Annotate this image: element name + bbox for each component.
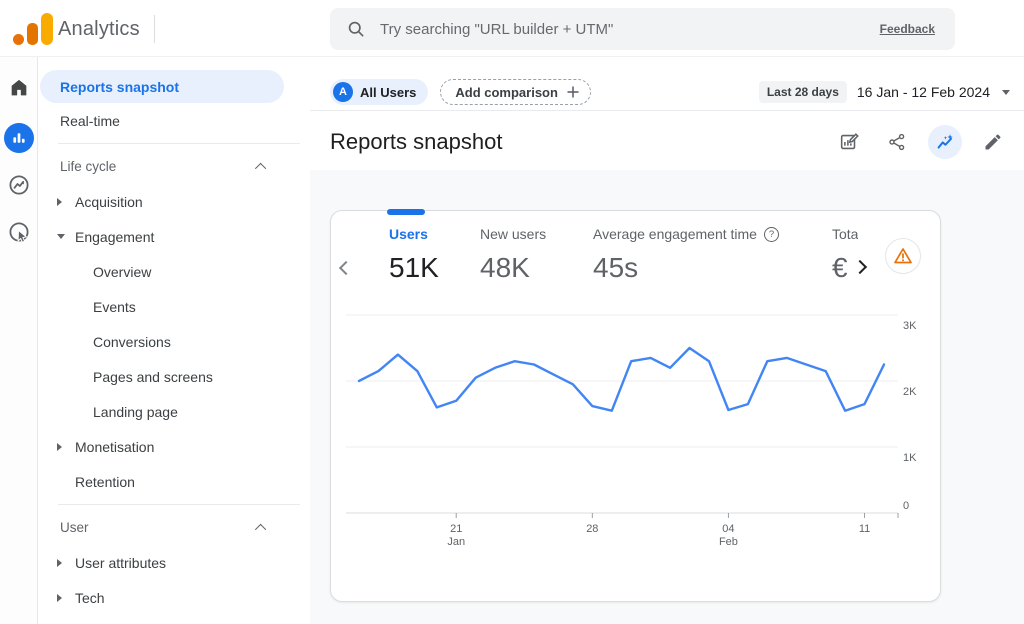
comparison-bar: A All Users Add comparison Last 28 days … — [330, 79, 1010, 105]
search-bar[interactable]: Feedback — [330, 8, 955, 50]
svg-text:Jan: Jan — [447, 536, 465, 548]
collapse-chevron-icon — [255, 523, 266, 534]
expand-arrow-icon — [57, 594, 62, 602]
nav-divider — [58, 143, 300, 144]
nav-section-user[interactable]: User — [38, 510, 310, 545]
dropdown-caret-icon — [1002, 90, 1010, 95]
nav-user-attributes[interactable]: User attributes — [38, 545, 310, 580]
users-line-chart: 0 1K 2K 3K 21Jan 28 04Feb 11 — [331, 301, 942, 556]
selected-metric-indicator — [387, 209, 425, 215]
date-preset-badge: Last 28 days — [759, 81, 847, 103]
reports-icon[interactable] — [4, 123, 34, 153]
svg-text:2K: 2K — [903, 386, 917, 398]
nav-section-life-cycle[interactable]: Life cycle — [38, 149, 310, 184]
plus-icon — [566, 85, 580, 99]
nav-acquisition[interactable]: Acquisition — [38, 184, 310, 219]
all-users-chip[interactable]: A All Users — [330, 79, 428, 105]
insights-button[interactable] — [928, 125, 962, 159]
svg-text:28: 28 — [586, 523, 598, 535]
expand-arrow-icon — [57, 443, 62, 451]
main-content: A All Users Add comparison Last 28 days … — [310, 57, 1024, 624]
top-bar: Analytics Feedback — [0, 0, 1024, 57]
svg-text:0: 0 — [903, 500, 909, 512]
nav-engagement-conversions[interactable]: Conversions — [38, 324, 310, 359]
comparison-avatar: A — [333, 82, 353, 102]
add-comparison-button[interactable]: Add comparison — [440, 79, 591, 105]
nav-divider — [58, 504, 300, 505]
header-divider — [310, 110, 1024, 111]
data-quality-warning-icon[interactable] — [885, 238, 921, 274]
logo-bar-short — [27, 23, 38, 45]
metric-tab-avg-engagement-time[interactable]: Average engagement time ? 45s — [593, 225, 779, 284]
brand-name: Analytics — [58, 18, 140, 41]
nav-engagement-events[interactable]: Events — [38, 289, 310, 324]
nav-engagement-landing-page[interactable]: Landing page — [38, 394, 310, 429]
svg-text:3K: 3K — [903, 320, 917, 332]
expand-arrow-icon — [57, 559, 62, 567]
edit-report-button[interactable] — [976, 125, 1010, 159]
report-actions — [832, 125, 1010, 159]
nav-reports-snapshot[interactable]: Reports snapshot — [40, 70, 284, 103]
customise-chart-button[interactable] — [832, 125, 866, 159]
nav-tech[interactable]: Tech — [38, 580, 310, 615]
nav-monetisation[interactable]: Monetisation — [38, 429, 310, 464]
advertising-icon[interactable] — [4, 217, 34, 247]
analytics-logo-icon — [10, 12, 56, 46]
expand-arrow-icon — [57, 198, 62, 206]
collapse-arrow-icon — [57, 234, 65, 239]
icon-rail — [0, 57, 38, 624]
share-button[interactable] — [880, 125, 914, 159]
svg-text:Feb: Feb — [719, 536, 738, 548]
svg-text:04: 04 — [722, 523, 734, 535]
brand-divider — [154, 15, 155, 43]
nav-engagement-overview[interactable]: Overview — [38, 254, 310, 289]
home-icon[interactable] — [4, 73, 34, 103]
metric-tab-new-users[interactable]: New users 48K — [480, 225, 546, 284]
nav-engagement-pages-screens[interactable]: Pages and screens — [38, 359, 310, 394]
page-title: Reports snapshot — [330, 129, 502, 155]
svg-text:11: 11 — [859, 523, 870, 535]
svg-text:1K: 1K — [903, 452, 917, 464]
overview-card: Users 51K New users 48K Average engageme… — [330, 210, 941, 602]
report-nav: Reports snapshot Real-time Life cycle Ac… — [38, 57, 310, 624]
logo-dot — [13, 34, 24, 45]
title-row: Reports snapshot — [330, 125, 1010, 159]
metric-tab-users[interactable]: Users 51K — [389, 225, 439, 284]
analytics-app: Analytics Feedback Reports snapshot — [0, 0, 1024, 624]
nav-engagement[interactable]: Engagement — [38, 219, 310, 254]
brand[interactable]: Analytics — [10, 12, 155, 46]
feedback-link[interactable]: Feedback — [880, 22, 935, 36]
date-range-picker[interactable]: Last 28 days 16 Jan - 12 Feb 2024 — [759, 81, 1010, 103]
nav-retention[interactable]: Retention — [38, 464, 310, 499]
collapse-chevron-icon — [255, 162, 266, 173]
help-icon[interactable]: ? — [764, 227, 779, 242]
scroll-metrics-left-icon[interactable] — [339, 261, 353, 275]
svg-text:21: 21 — [450, 523, 462, 535]
date-range-text: 16 Jan - 12 Feb 2024 — [857, 84, 990, 100]
explore-icon[interactable] — [4, 170, 34, 200]
search-icon — [346, 19, 366, 39]
metric-tab-total-revenue[interactable]: Total revenue € — [832, 225, 858, 284]
nav-realtime[interactable]: Real-time — [40, 103, 284, 138]
search-input[interactable] — [380, 21, 880, 38]
logo-bar-tall — [41, 13, 53, 45]
